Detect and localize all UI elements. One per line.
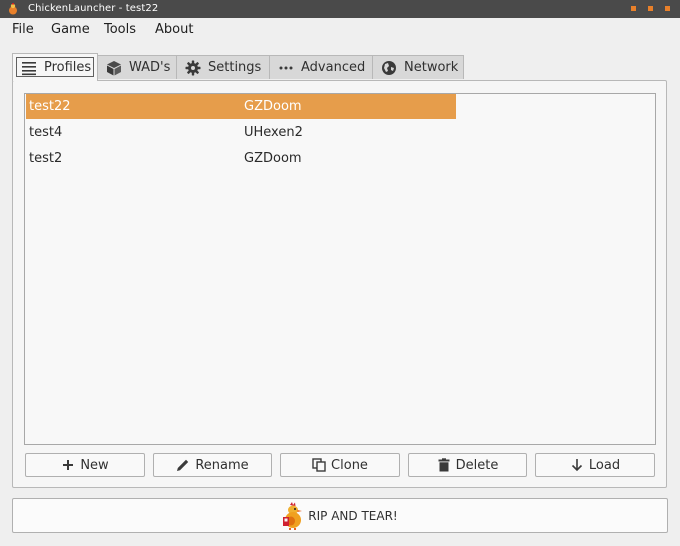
- new-button[interactable]: New: [25, 453, 145, 477]
- dots-icon: [279, 66, 293, 69]
- minimize-button[interactable]: [631, 6, 636, 11]
- main-window: ChickenLauncher - test22 File Game Tools…: [0, 0, 680, 546]
- profile-engine: GZDoom: [244, 151, 302, 166]
- profile-name: test2: [29, 151, 63, 166]
- profile-engine: UHexen2: [244, 125, 303, 140]
- rename-button[interactable]: Rename: [153, 453, 272, 477]
- globe-icon: [382, 60, 396, 75]
- maximize-button[interactable]: [648, 6, 653, 11]
- load-button[interactable]: Load: [535, 453, 655, 477]
- tab-wads-label: WAD's: [129, 60, 171, 75]
- tab-advanced[interactable]: Advanced: [269, 55, 373, 79]
- gear-icon: [185, 60, 201, 75]
- pencil-icon: [177, 459, 189, 471]
- tab-network-label: Network: [404, 60, 459, 75]
- delete-button[interactable]: Delete: [408, 453, 527, 477]
- delete-button-label: Delete: [455, 457, 499, 473]
- profile-name: test22: [29, 99, 71, 114]
- new-button-label: New: [80, 457, 109, 473]
- clone-button-label: Clone: [331, 457, 368, 473]
- tab-wads[interactable]: WAD's: [97, 55, 177, 79]
- title-bar: ChickenLauncher - test22: [0, 0, 680, 18]
- arrow-down-icon: [571, 459, 582, 472]
- profile-list[interactable]: test22 GZDoom test4 UHexen2 test2 GZDoom: [24, 93, 656, 445]
- chicken-app-icon: [9, 3, 17, 15]
- list-item[interactable]: test4 UHexen2: [26, 120, 456, 145]
- close-button[interactable]: [665, 6, 670, 11]
- menu-tools[interactable]: Tools: [104, 22, 136, 38]
- profile-engine: GZDoom: [244, 99, 302, 114]
- tab-profiles[interactable]: Profiles: [12, 53, 98, 81]
- list-item[interactable]: test2 GZDoom: [26, 146, 456, 171]
- menu-game[interactable]: Game: [51, 22, 90, 38]
- menu-about[interactable]: About: [155, 22, 193, 38]
- menu-file[interactable]: File: [12, 22, 34, 38]
- menu-bar: File Game Tools About: [0, 18, 680, 42]
- list-icon: [22, 61, 36, 75]
- tab-settings-label: Settings: [208, 60, 262, 75]
- plus-icon: [63, 460, 74, 470]
- list-item[interactable]: test22 GZDoom: [26, 94, 456, 119]
- tab-network[interactable]: Network: [372, 55, 464, 79]
- cube-icon: [107, 60, 121, 75]
- profile-name: test4: [29, 125, 63, 140]
- rename-button-label: Rename: [195, 457, 249, 473]
- launch-button[interactable]: RIP AND TEAR!: [12, 498, 668, 533]
- load-button-label: Load: [588, 457, 621, 473]
- launch-button-label: RIP AND TEAR!: [308, 508, 398, 523]
- tab-advanced-label: Advanced: [301, 60, 366, 75]
- trash-icon: [438, 458, 450, 472]
- clone-button[interactable]: Clone: [280, 453, 400, 477]
- copy-icon: [312, 458, 326, 472]
- chicken-icon: [283, 501, 303, 530]
- tab-settings[interactable]: Settings: [176, 55, 270, 79]
- window-title: ChickenLauncher - test22: [28, 3, 159, 14]
